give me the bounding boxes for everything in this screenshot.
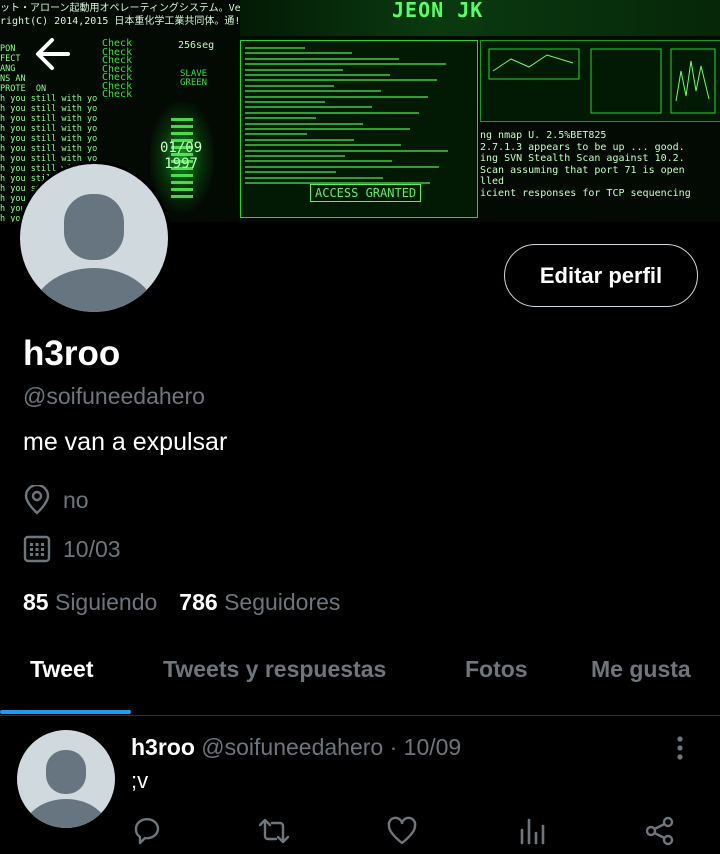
banner-text-line: h you still with you still with you bbox=[0, 124, 98, 134]
banner-graph-panel bbox=[480, 40, 720, 122]
profile-tabs: Tweet Tweets y respuestas Fotos Me gusta bbox=[0, 645, 720, 716]
default-avatar-icon bbox=[24, 750, 108, 828]
tweet-more-button[interactable] bbox=[672, 736, 688, 760]
banner-scan-line: lled bbox=[480, 176, 505, 187]
tab-likes[interactable]: Me gusta bbox=[591, 645, 691, 693]
reply-icon bbox=[134, 818, 160, 845]
terminal-line bbox=[245, 57, 399, 60]
more-vertical-icon bbox=[677, 736, 683, 760]
terminal-line bbox=[245, 52, 352, 55]
terminal-line bbox=[245, 90, 381, 93]
terminal-line bbox=[245, 117, 316, 120]
followers-count: 786 bbox=[179, 589, 218, 615]
calendar-icon bbox=[23, 535, 51, 563]
share-icon bbox=[645, 816, 674, 846]
active-tab-indicator bbox=[0, 710, 131, 714]
banner-japanese-text: ット・アローン起動用オペレーティングシステム。Ve right(C) 2014,… bbox=[0, 3, 241, 27]
tweet-date[interactable]: 10/09 bbox=[404, 734, 462, 760]
banner-text-line: PROTE ON bbox=[0, 84, 47, 94]
banner-scan-line: 2.7.1.3 appears to be up ... good. bbox=[480, 141, 685, 153]
banner-graph bbox=[488, 48, 716, 114]
banner-text-line: h you still with you still with you bbox=[0, 114, 98, 124]
terminal-line bbox=[245, 171, 336, 174]
tab-tweet[interactable]: Tweet bbox=[30, 645, 93, 693]
banner-timer: 256seg bbox=[178, 40, 215, 51]
banner-watermark: JEON JK bbox=[392, 0, 484, 22]
heart-icon bbox=[387, 816, 417, 845]
stats-icon bbox=[520, 818, 545, 845]
banner-scan-line: ing SVN Stealth Scan against 10.2. bbox=[480, 153, 685, 164]
terminal-line bbox=[245, 111, 419, 114]
terminal-line bbox=[245, 138, 354, 141]
follow-stats: 85 Siguiendo 786 Seguidores bbox=[23, 589, 340, 616]
arrow-left-icon bbox=[36, 38, 70, 70]
location-pin-icon bbox=[24, 485, 50, 515]
terminal-line bbox=[245, 133, 307, 136]
banner-text-line: h you still with you still with you bbox=[0, 94, 98, 104]
default-avatar-icon bbox=[32, 194, 156, 312]
banner-access-granted: ACCESS GRANTED bbox=[310, 184, 422, 202]
following-link[interactable]: 85 Siguiendo bbox=[23, 589, 157, 615]
banner-text-line: h you still with you still with you bbox=[0, 134, 98, 144]
retweet-button[interactable] bbox=[258, 816, 290, 846]
profile-location: no bbox=[23, 485, 89, 515]
terminal-line bbox=[245, 68, 343, 71]
reply-button[interactable] bbox=[132, 816, 164, 846]
like-button[interactable] bbox=[386, 816, 418, 846]
banner-text-line: h you still with you still with you bbox=[0, 104, 98, 114]
profile-date: 10/03 bbox=[23, 534, 121, 564]
terminal-line bbox=[245, 165, 439, 168]
retweet-icon bbox=[258, 818, 290, 844]
banner-scan-line: ng nmap U. 2.5%BET825 bbox=[480, 130, 607, 141]
following-count: 85 bbox=[23, 589, 49, 615]
tab-photos[interactable]: Fotos bbox=[465, 645, 528, 693]
location-text: no bbox=[63, 486, 89, 513]
banner-check-column: Check Check Check Check Check Check Check bbox=[102, 39, 133, 100]
banner-check-line: Check bbox=[102, 89, 133, 100]
terminal-line bbox=[245, 149, 448, 152]
tweet-text: ;v bbox=[131, 768, 149, 793]
terminal-line bbox=[245, 101, 325, 103]
date-text: 10/03 bbox=[63, 535, 121, 562]
banner-scan-text: ng nmap U. 2.5%BET825 2.7.1.3 appears to … bbox=[480, 130, 720, 199]
tab-tweets-and-replies[interactable]: Tweets y respuestas bbox=[163, 645, 386, 693]
banner-scan-line: icient responses for TCP sequencing bbox=[480, 187, 691, 199]
terminal-line bbox=[245, 79, 437, 82]
edit-profile-button[interactable]: Editar perfil bbox=[504, 244, 698, 307]
terminal-line bbox=[245, 74, 390, 76]
tweet-avatar[interactable] bbox=[17, 730, 115, 828]
share-button[interactable] bbox=[644, 816, 676, 846]
terminal-line bbox=[245, 160, 392, 163]
terminal-line bbox=[245, 95, 428, 98]
profile-name: h3roo bbox=[23, 334, 121, 373]
tweet-header: h3roo @soifuneedahero · 10/09 bbox=[131, 734, 461, 761]
terminal-line bbox=[245, 155, 345, 157]
banner-date-readout: 01/09 1997 bbox=[160, 140, 203, 172]
following-label: Siguiendo bbox=[54, 589, 158, 615]
terminal-line bbox=[245, 144, 401, 147]
profile-bio: me van a expulsar bbox=[23, 428, 228, 456]
terminal-line bbox=[245, 128, 410, 130]
banner-slave-label: SLAVE GREEN bbox=[180, 69, 208, 88]
banner-scan-line: Scan assuming that port 71 is open bbox=[480, 164, 685, 176]
tweet-author-name[interactable]: h3roo bbox=[131, 734, 195, 760]
terminal-line bbox=[245, 106, 372, 109]
banner-text-line: h you still with you still with you bbox=[0, 144, 98, 154]
terminal-line bbox=[245, 176, 383, 179]
stats-button[interactable] bbox=[517, 816, 549, 846]
followers-link[interactable]: 786 Seguidores bbox=[179, 589, 340, 615]
terminal-line bbox=[245, 63, 446, 66]
back-button[interactable] bbox=[30, 34, 76, 74]
profile-avatar[interactable] bbox=[17, 161, 171, 315]
terminal-line bbox=[245, 84, 334, 87]
banner-text-line: NS AN bbox=[0, 74, 26, 84]
followers-label: Seguidores bbox=[224, 589, 341, 615]
terminal-line bbox=[245, 122, 363, 125]
tweet-author-handle[interactable]: @soifuneedahero bbox=[201, 734, 383, 760]
tweet-separator: · bbox=[389, 734, 398, 760]
terminal-line bbox=[245, 47, 305, 49]
profile-handle: @soifuneedahero bbox=[23, 383, 205, 409]
